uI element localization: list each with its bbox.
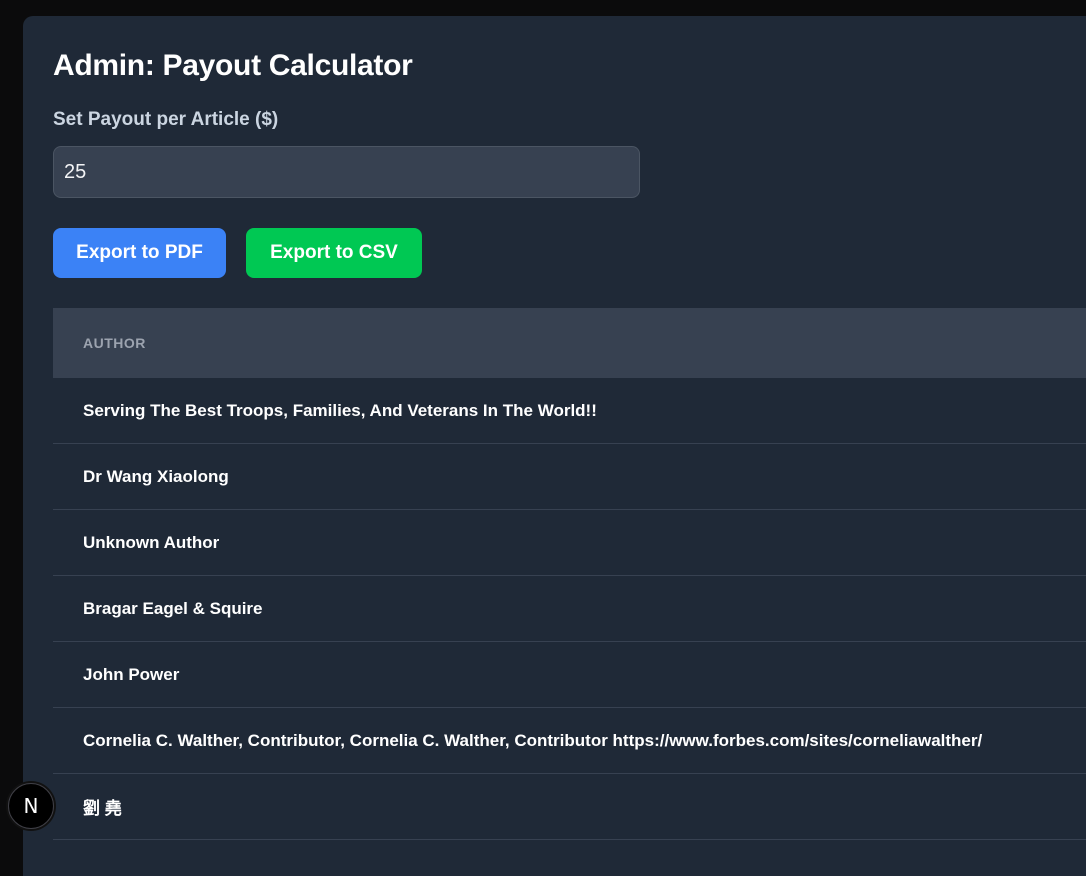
author-cell: Dr Wang Xiaolong xyxy=(83,466,229,486)
table-row: Bragar Eagel & Squire xyxy=(53,576,1086,642)
author-cell: Bragar Eagel & Squire xyxy=(83,598,263,618)
author-cell: 劉 堯 xyxy=(83,799,122,818)
table-row: John Power xyxy=(53,642,1086,708)
export-csv-button[interactable]: Export to CSV xyxy=(246,228,422,278)
dev-badge-letter: N xyxy=(23,794,39,818)
payout-per-article-input[interactable] xyxy=(53,146,640,198)
table-row: Serving The Best Troops, Families, And V… xyxy=(53,378,1086,444)
author-cell: Serving The Best Troops, Families, And V… xyxy=(83,400,597,420)
author-cell: John Power xyxy=(83,664,180,684)
payout-label: Set Payout per Article ($) xyxy=(53,109,279,130)
author-cell: Unknown Author xyxy=(83,532,220,552)
payout-calculator-panel: Admin: Payout Calculator Set Payout per … xyxy=(23,16,1086,876)
export-pdf-button[interactable]: Export to PDF xyxy=(53,228,226,278)
authors-table: AUTHOR Serving The Best Troops, Families… xyxy=(53,308,1086,840)
page-title: Admin: Payout Calculator xyxy=(53,49,413,82)
table-row: Cornelia C. Walther, Contributor, Cornel… xyxy=(53,708,1086,774)
table-header: AUTHOR xyxy=(53,308,1086,378)
nextjs-logo-icon[interactable]: N xyxy=(8,783,54,829)
table-row: Unknown Author xyxy=(53,510,1086,576)
column-header-author: AUTHOR xyxy=(83,335,146,351)
table-row: 劉 堯 xyxy=(53,774,1086,840)
author-cell: Cornelia C. Walther, Contributor, Cornel… xyxy=(83,730,983,750)
table-row: Dr Wang Xiaolong xyxy=(53,444,1086,510)
